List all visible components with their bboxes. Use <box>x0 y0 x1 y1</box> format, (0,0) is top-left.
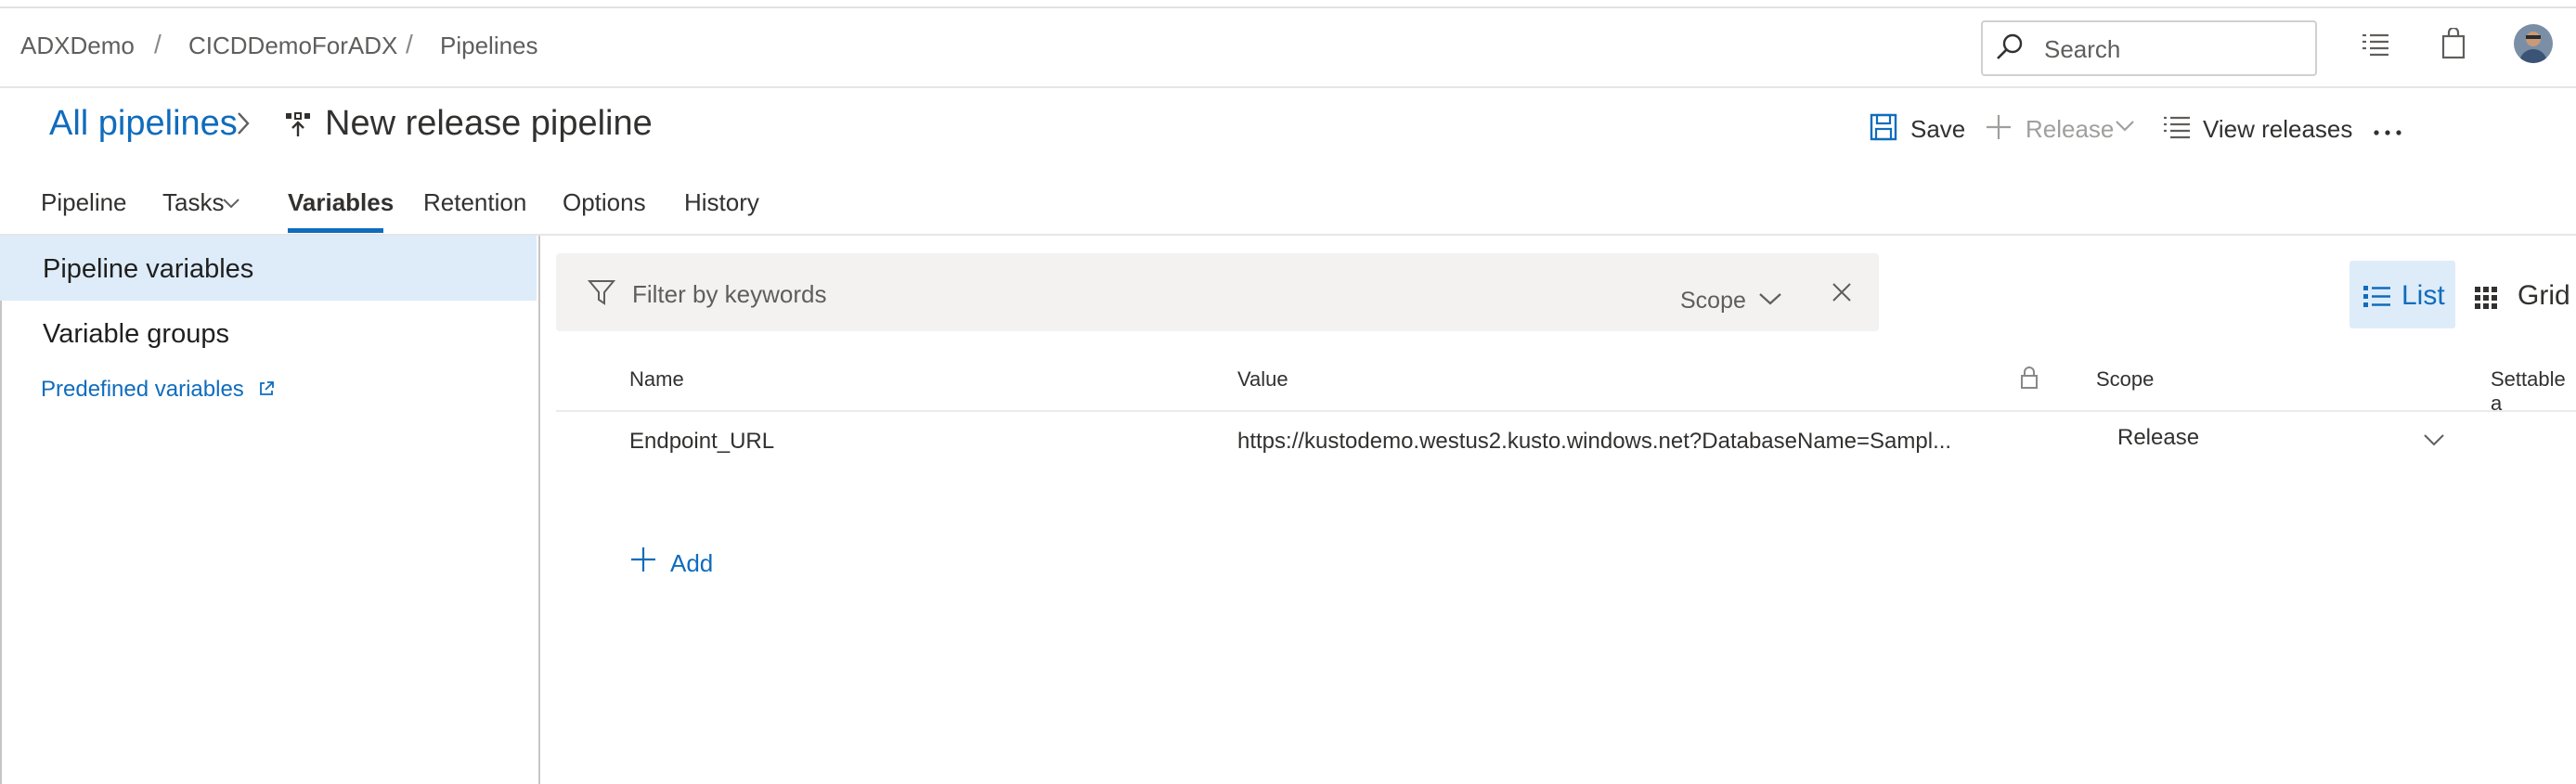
breadcrumb-org[interactable]: ADXDemo <box>20 32 135 60</box>
save-button[interactable]: Save <box>1910 115 1965 144</box>
filter-keywords-input[interactable]: Filter by keywords <box>632 280 827 309</box>
grid-view-button[interactable]: Grid <box>2518 280 2570 312</box>
tab-tasks[interactable]: Tasks <box>162 188 224 217</box>
grid-view-icon[interactable] <box>2475 287 2497 314</box>
search-icon <box>1994 32 2026 68</box>
active-tab-indicator <box>288 228 383 233</box>
side-item-pipeline-variables[interactable]: Pipeline variables <box>43 254 253 285</box>
breadcrumb-separator: / <box>154 30 162 58</box>
column-header-settable[interactable]: Settable a <box>2491 367 2576 416</box>
chevron-right-icon <box>234 108 252 144</box>
chevron-down-icon <box>1758 291 1782 311</box>
more-options-icon[interactable] <box>2373 124 2402 141</box>
tab-history[interactable]: History <box>684 188 759 217</box>
lock-icon <box>2020 366 2039 394</box>
top-edge <box>0 0 2576 8</box>
task-list-icon[interactable] <box>2361 28 2390 64</box>
tab-pipeline[interactable]: Pipeline <box>41 188 127 217</box>
add-icon <box>629 546 657 578</box>
chevron-down-icon <box>2423 432 2445 452</box>
list-view-icon <box>2363 284 2391 315</box>
side-item-variable-groups[interactable]: Variable groups <box>43 319 229 350</box>
all-pipelines-link[interactable]: All pipelines <box>49 104 238 144</box>
shopping-bag-icon[interactable] <box>2440 26 2467 64</box>
save-icon <box>1870 113 1897 146</box>
tab-variables[interactable]: Variables <box>288 188 394 217</box>
add-variable-button[interactable]: Add <box>670 549 713 578</box>
release-pipeline-icon <box>284 111 312 142</box>
variable-scope-dropdown[interactable]: Release <box>2117 425 2199 451</box>
list-lines-icon <box>2163 115 2191 144</box>
release-button[interactable]: Release <box>2026 115 2114 144</box>
pane-left-border <box>0 236 2 784</box>
view-releases-button[interactable]: View releases <box>2203 115 2352 144</box>
scope-filter-dropdown[interactable]: Scope <box>1680 288 1746 315</box>
tab-retention[interactable]: Retention <box>423 188 526 217</box>
chevron-down-icon <box>222 197 240 214</box>
tab-options[interactable]: Options <box>563 188 646 217</box>
predefined-variables-link[interactable]: Predefined variables <box>41 377 244 403</box>
table-header-divider <box>556 410 2576 412</box>
column-header-value[interactable]: Value <box>1237 367 1288 392</box>
variable-name-cell[interactable]: Endpoint_URL <box>629 429 774 455</box>
user-avatar[interactable] <box>2514 24 2553 63</box>
breadcrumb-project[interactable]: CICDDemoForADX <box>188 32 397 60</box>
add-icon <box>1985 113 2013 146</box>
search-box[interactable]: Search <box>1981 20 2317 76</box>
page-title: New release pipeline <box>325 104 653 143</box>
variables-side-pane <box>0 236 540 784</box>
chevron-down-icon <box>2115 119 2135 138</box>
column-header-scope[interactable]: Scope <box>2096 367 2154 392</box>
external-link-icon <box>258 380 275 402</box>
list-view-label: List <box>2401 280 2445 311</box>
breadcrumb-separator: / <box>406 30 413 58</box>
search-placeholder: Search <box>2044 35 2121 63</box>
clear-filter-icon[interactable] <box>1832 282 1852 307</box>
variable-value-cell[interactable]: https://kustodemo.westus2.kusto.windows.… <box>1237 429 1951 455</box>
breadcrumb-pipelines[interactable]: Pipelines <box>440 32 538 60</box>
filter-icon <box>587 278 616 311</box>
column-header-name[interactable]: Name <box>629 367 684 392</box>
